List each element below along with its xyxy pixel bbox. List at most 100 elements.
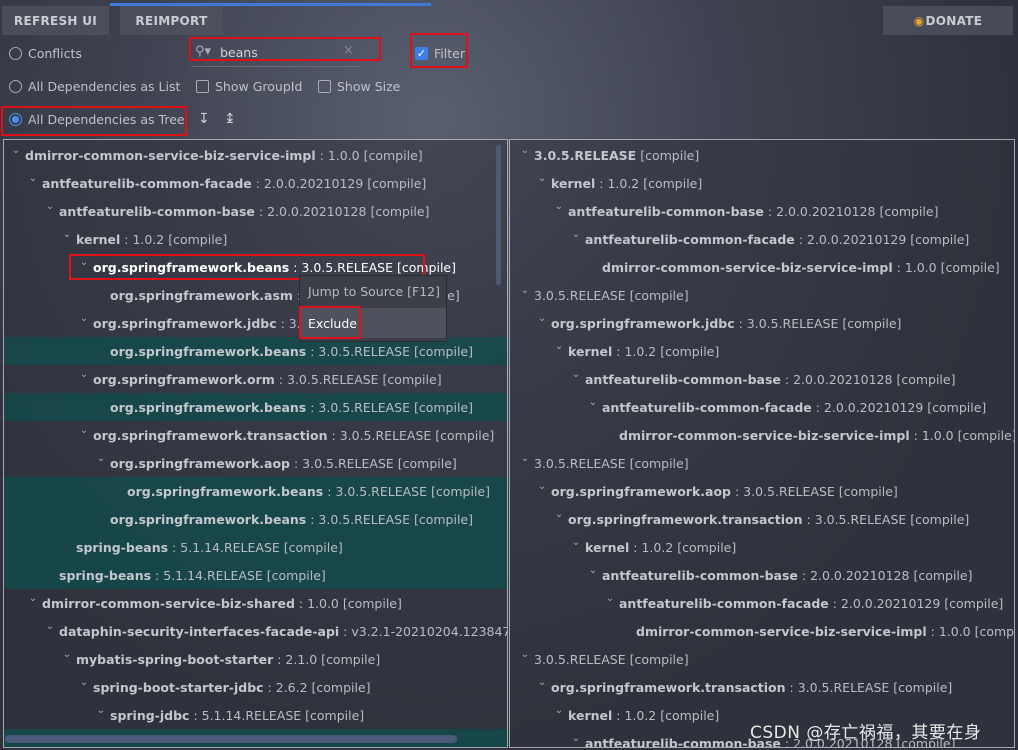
tree-row[interactable]: ⌄ org.springframework.orm : 3.0.5.RELEASE… [4,365,507,393]
tree-row[interactable]: org.springframework.beans : 3.0.5.RELEAS… [4,393,507,421]
tree-row[interactable]: ⌄ org.springframework.transaction : 3.0.5… [4,421,507,449]
expand-all-icon[interactable]: ↧ [198,112,210,126]
show-size-checkbox[interactable]: Show Size [318,79,400,94]
chevron-down-icon[interactable]: ⌄ [79,313,89,324]
chevron-down-icon[interactable]: ⌄ [62,229,72,240]
chevron-down-icon[interactable]: ⌄ [28,173,38,184]
chevron-down-icon[interactable]: ⌄ [537,677,547,688]
chevron-down-icon[interactable]: ⌄ [554,705,564,716]
tree-row[interactable]: org.springframework.beans : 3.0.5.RELEAS… [4,505,507,533]
tree-row-label: mybatis-spring-boot-starter : 2.1.0 [com… [76,652,380,667]
tree-row[interactable]: ⌄ 3.0.5.RELEASE [compile] [510,281,1014,309]
tree-row[interactable]: ⌄ 3.0.5.RELEASE [compile] [510,645,1014,673]
tree-row[interactable]: ⌄ spring-jdbc : 5.1.14.RELEASE [compile] [4,701,507,729]
tree-row[interactable]: ⌄ mybatis-spring-boot-starter : 2.1.0 [co… [4,645,507,673]
chevron-down-icon[interactable]: ⌄ [554,201,564,212]
tree-row[interactable]: ⌄ antfeaturelib-common-facade : 2.0.0.202… [510,393,1014,421]
collapse-all-icon[interactable]: ↨ [224,112,236,126]
artifact-name: antfeaturelib-common-base [568,203,764,219]
tree-row[interactable]: ⌄ antfeaturelib-common-base : 2.0.0.20210… [510,197,1014,225]
tree-row[interactable]: ⌄ org.springframework.transaction : 3.0.5… [510,673,1014,701]
artifact-name: org.springframework.asm [110,287,293,303]
tree-row-label: spring-boot-starter-jdbc : 2.6.2 [compil… [93,680,371,695]
chevron-down-icon[interactable]: ⌄ [79,425,89,436]
chevron-down-icon[interactable]: ⌄ [28,593,38,604]
show-groupid-checkbox[interactable]: Show GroupId [196,79,302,94]
tree-row[interactable]: ⌄ antfeaturelib-common-facade : 2.0.0.202… [510,589,1014,617]
tree-row-label: dmirror-common-service-biz-service-impl … [25,148,423,163]
artifact-version: : 2.0.0.20210129 [compile] [794,231,970,247]
artifact-version: : 1.0.2 [compile] [595,175,703,191]
tree-row[interactable]: ⌄ dmirror-common-service-biz-shared : 1.0… [4,589,507,617]
tree-row[interactable]: ⌄ antfeaturelib-common-base : 2.0.0.20210… [510,561,1014,589]
chevron-down-icon[interactable]: ⌄ [537,173,547,184]
artifact-name: org.springframework.jdbc [551,315,735,331]
vertical-scrollbar[interactable] [496,145,501,285]
tree-row[interactable]: ⌄ org.springframework.aop : 3.0.5.RELEASE… [510,477,1014,505]
dependency-tree-panel[interactable]: ⌄ dmirror-common-service-biz-service-impl… [3,139,508,748]
artifact-name: spring-beans [59,567,152,583]
chevron-down-icon[interactable]: ⌄ [520,453,530,464]
chevron-down-icon[interactable]: ⌄ [554,341,564,352]
chevron-down-icon[interactable]: ⌄ [554,509,564,520]
chevron-down-icon[interactable]: ⌄ [45,621,55,632]
chevron-down-icon[interactable]: ⌄ [571,537,581,548]
horizontal-scrollbar[interactable] [5,735,457,743]
artifact-version: 3.0.5.RELEASE [compile] [534,651,689,667]
chevron-down-icon[interactable]: ⌄ [62,649,72,660]
menu-item-jump-to-source[interactable]: Jump to Source [F12] [300,276,446,306]
tree-row[interactable]: dmirror-common-service-biz-service-impl … [510,421,1014,449]
radio-all-as-list[interactable]: All Dependencies as List [9,79,180,94]
chevron-down-icon[interactable]: ⌄ [96,705,106,716]
tree-row[interactable]: ⌄ 3.0.5.RELEASE [compile] [510,449,1014,477]
tree-row[interactable]: ⌄ spring-boot-starter-jdbc : 2.6.2 [compi… [4,673,507,701]
tree-row[interactable]: ⌄ kernel : 1.0.2 [compile] [510,169,1014,197]
artifact-version: : 1.0.0 [compile] [909,427,1015,443]
tree-row[interactable]: ⌄ org.springframework.transaction : 3.0.5… [510,505,1014,533]
donate-button[interactable]: ◉ DONATE [883,6,1013,35]
chevron-down-icon[interactable]: ⌄ [79,677,89,688]
tree-row[interactable]: dmirror-common-service-biz-service-impl … [510,253,1014,281]
chevron-down-icon[interactable]: ⌄ [45,201,55,212]
chevron-down-icon[interactable]: ⌄ [571,229,581,240]
tree-row[interactable]: ⌄ antfeaturelib-common-base : 2.0.0.20210… [4,197,507,225]
tree-row[interactable]: ⌄ dmirror-common-service-biz-service-impl… [4,141,507,169]
tree-row[interactable]: ⌄ antfeaturelib-common-facade : 2.0.0.202… [4,169,507,197]
chevron-down-icon[interactable]: ⌄ [79,369,89,380]
tree-row-label: antfeaturelib-common-facade : 2.0.0.2021… [42,176,426,191]
tree-row-label: 3.0.5.RELEASE [compile] [534,652,689,667]
chevron-down-icon[interactable]: ⌄ [11,145,21,156]
tree-row[interactable]: ⌄ kernel : 1.0.2 [compile] [510,337,1014,365]
chevron-down-icon[interactable]: ⌄ [520,649,530,660]
reimport-button[interactable]: REIMPORT [120,6,223,35]
chevron-down-icon[interactable]: ⌄ [588,397,598,408]
chevron-down-icon[interactable]: ⌄ [588,565,598,576]
tree-row[interactable]: ⌄ org.springframework.jdbc : 3.0.5.RELEAS… [510,309,1014,337]
chevron-down-icon[interactable]: ⌄ [537,481,547,492]
refresh-ui-button[interactable]: REFRESH UI [2,6,109,35]
chevron-down-icon[interactable]: ⌄ [520,285,530,296]
chevron-down-icon[interactable]: ⌄ [537,313,547,324]
tree-row[interactable]: ⌄ org.springframework.aop : 3.0.5.RELEASE… [4,449,507,477]
chevron-down-icon[interactable]: ⌄ [96,453,106,464]
tree-row[interactable]: ⌄ kernel : 1.0.2 [compile] [510,533,1014,561]
artifact-version: : 3.0.5.RELEASE [compile] [785,679,953,695]
chevron-down-icon[interactable]: ⌄ [605,593,615,604]
artifact-name: org.springframework.jdbc [93,315,277,331]
tree-row[interactable]: dmirror-common-service-biz-service-impl … [510,617,1014,645]
chevron-down-icon[interactable]: ⌄ [571,369,581,380]
chevron-down-icon[interactable]: ⌄ [571,733,581,744]
artifact-name: dmirror-common-service-biz-service-impl [602,259,893,275]
tree-row[interactable]: ⌄ antfeaturelib-common-facade : 2.0.0.202… [510,225,1014,253]
checkbox-label: Show GroupId [215,79,303,94]
radio-conflicts[interactable]: Conflicts [9,46,82,61]
chevron-down-icon[interactable]: ⌄ [520,145,530,156]
tree-row[interactable]: org.springframework.beans : 3.0.5.RELEAS… [4,477,507,505]
tree-row[interactable]: ⌄ kernel : 1.0.2 [compile] [4,225,507,253]
tree-row[interactable]: ⌄ 3.0.5.RELEASE [compile] [510,141,1014,169]
tree-row[interactable]: spring-beans : 5.1.14.RELEASE [compile] [4,561,507,589]
tree-row[interactable]: spring-beans : 5.1.14.RELEASE [compile] [4,533,507,561]
usages-tree-panel[interactable]: ⌄ 3.0.5.RELEASE [compile] ⌄ kernel : 1.0.2 … [509,139,1015,748]
tree-row[interactable]: ⌄ dataphin-security-interfaces-facade-api… [4,617,507,645]
tree-row[interactable]: ⌄ antfeaturelib-common-base : 2.0.0.20210… [510,365,1014,393]
